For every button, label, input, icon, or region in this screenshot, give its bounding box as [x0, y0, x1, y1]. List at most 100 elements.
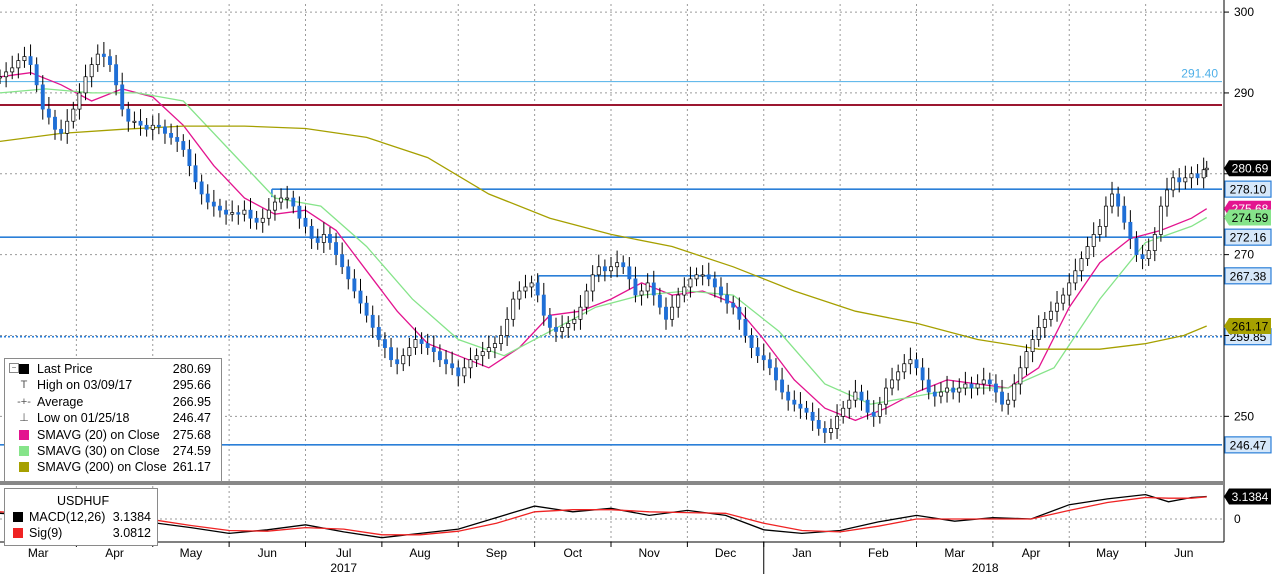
x-tick-label: Jul — [336, 546, 351, 560]
candle-body — [529, 282, 534, 288]
candle-body — [1024, 351, 1029, 369]
candle-body — [780, 379, 785, 393]
legend-label: High on 03/09/17 — [37, 378, 133, 393]
legend-value: 295.66 — [172, 378, 211, 393]
macd-ticker: USDHUF — [57, 494, 110, 508]
legend-row: Last Price 280.69 — [5, 361, 219, 377]
candle-body — [975, 383, 980, 389]
candle-body — [688, 278, 693, 288]
candle-body — [1189, 173, 1194, 179]
candle-body — [535, 282, 540, 296]
candle-body — [389, 347, 393, 361]
candle-body — [1122, 205, 1127, 223]
x-tick-label: Feb — [868, 546, 889, 560]
candle-body — [260, 217, 265, 223]
legend-swatch — [19, 446, 29, 456]
candle-body — [804, 407, 809, 413]
candle-body — [566, 322, 571, 328]
candle-body — [938, 391, 943, 397]
candle-body — [981, 379, 986, 385]
price-legend: − Last Price 280.69 T High on 03/09/17 295.6… — [4, 358, 222, 482]
candle-body — [798, 403, 803, 409]
candle-body — [315, 238, 320, 243]
candle-body — [34, 64, 39, 86]
candle-body — [847, 399, 852, 409]
candle-body — [859, 391, 864, 401]
candle-body — [108, 56, 112, 65]
candle-body — [945, 387, 950, 393]
candle-body — [175, 137, 180, 142]
candle-body — [615, 262, 620, 268]
candle-body — [706, 274, 711, 280]
candle-body — [1171, 177, 1176, 191]
legend-value: 274.59 — [172, 444, 211, 458]
candle-body — [456, 367, 461, 377]
candle-body — [444, 359, 448, 365]
candle-body — [1116, 193, 1121, 207]
candle-body — [126, 108, 131, 122]
candle-body — [560, 327, 565, 332]
y-tick-label: 250 — [1234, 409, 1254, 423]
candle-body — [1091, 234, 1096, 247]
candle-body — [761, 355, 766, 361]
candle-body — [664, 306, 668, 320]
x-tick-label: Mar — [28, 546, 49, 560]
candle-body — [841, 407, 846, 417]
candle-body — [505, 318, 510, 336]
candle-body — [395, 359, 400, 365]
candle-body — [486, 347, 491, 352]
axis-value-label: 246.47 — [1230, 438, 1267, 452]
candle-body — [1204, 167, 1209, 171]
axis-value-label: 261.17 — [1232, 320, 1269, 334]
candle-body — [633, 278, 638, 296]
candle-body — [609, 266, 613, 272]
candle-body — [309, 225, 314, 239]
candle-body — [101, 53, 106, 57]
x-year-label: 2017 — [330, 561, 357, 574]
candle-body — [786, 391, 791, 401]
legend-label: Low on 01/25/18 — [37, 411, 130, 426]
candle-body — [1006, 399, 1011, 405]
x-tick-label: Jun — [1174, 546, 1193, 560]
legend-label: SMAVG (20) on Close — [37, 427, 160, 442]
macd-panel: 0 3.1384 — [0, 488, 1271, 539]
candle-body — [358, 290, 363, 304]
candle-body — [71, 108, 76, 122]
candle-body — [346, 266, 351, 280]
candle-body — [89, 64, 94, 78]
candle-body — [28, 56, 33, 65]
candle-body — [731, 302, 736, 308]
candle-body — [199, 181, 204, 195]
legend-value: 261.17 — [172, 460, 211, 475]
x-tick-label: Dec — [715, 546, 736, 560]
candle-body — [963, 383, 968, 389]
candle-body — [682, 286, 687, 296]
candle-body — [382, 339, 387, 348]
candle-body — [621, 262, 626, 268]
candle-body — [993, 383, 998, 393]
x-tick-label: May — [1096, 546, 1119, 560]
candle-body — [492, 343, 497, 348]
candle-body — [810, 411, 815, 421]
candle-body — [639, 290, 644, 296]
candle-body — [144, 124, 149, 130]
macd-swatch — [13, 512, 23, 522]
candle-body — [1140, 254, 1145, 260]
candle-body — [303, 217, 308, 227]
candle-body — [883, 387, 888, 405]
candle-body — [743, 318, 748, 336]
axis-value-label: 278.10 — [1230, 183, 1267, 197]
candle-body — [83, 76, 88, 94]
candle-body — [138, 120, 143, 126]
series-line — [0, 493, 1207, 539]
candle-body — [1012, 383, 1017, 401]
legend-row: SMAVG (20) on Close 275.68 — [5, 427, 219, 443]
candle-body — [254, 217, 259, 223]
candle-body — [914, 359, 919, 369]
candle-body — [193, 165, 198, 183]
macd-value: 3.1384 — [112, 510, 151, 524]
candle-body — [156, 124, 161, 128]
candle-body — [853, 391, 858, 401]
candle-body — [590, 274, 595, 292]
candle-body — [211, 201, 216, 207]
